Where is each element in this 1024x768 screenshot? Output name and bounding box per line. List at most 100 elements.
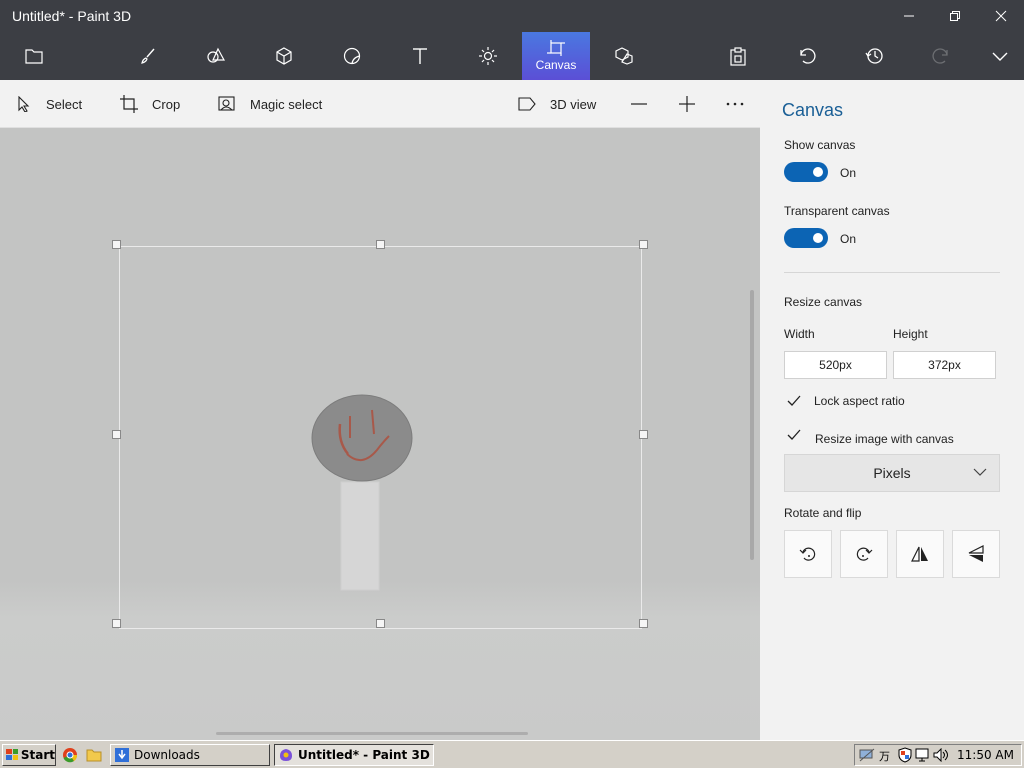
text-button[interactable]: [386, 32, 454, 80]
panel-divider: [784, 272, 1000, 273]
3d-shapes-button[interactable]: [250, 32, 318, 80]
undo-icon: [800, 48, 816, 64]
checkmark-icon: [787, 395, 801, 406]
paste-button[interactable]: [704, 32, 772, 80]
display-icon[interactable]: [915, 748, 931, 762]
windows-logo-icon: [6, 749, 18, 760]
resize-handle-bottom-left[interactable]: [112, 619, 121, 628]
input-method-icon[interactable]: 万: [879, 748, 895, 762]
rotate-right-button[interactable]: [840, 530, 888, 578]
rotate-flip-heading: Rotate and flip: [784, 506, 862, 520]
rotate-left-button[interactable]: [784, 530, 832, 578]
3d-library-icon: [615, 47, 633, 65]
3d-library-button[interactable]: [590, 32, 658, 80]
stickers-icon: [343, 47, 361, 65]
zoom-in-button[interactable]: [678, 80, 710, 128]
taskbar-downloads[interactable]: Downloads: [110, 744, 270, 766]
3d-shapes-icon: [276, 47, 292, 65]
window-title: Untitled* - Paint 3D: [12, 8, 132, 24]
resize-handle-right[interactable]: [639, 430, 648, 439]
paint3d-icon: [280, 749, 292, 761]
start-button[interactable]: Start: [2, 744, 56, 766]
width-label: Width: [784, 327, 815, 341]
chrome-icon[interactable]: [62, 747, 78, 763]
clock[interactable]: 11:50 AM: [957, 748, 1014, 762]
resize-handle-top-left[interactable]: [112, 240, 121, 249]
redo-icon: [932, 48, 948, 64]
vertical-scrollbar[interactable]: [750, 290, 754, 560]
resize-canvas-heading: Resize canvas: [784, 295, 863, 309]
horizontal-scrollbar[interactable]: [216, 732, 528, 735]
rotate-left-icon: [799, 547, 816, 561]
resize-image-checkbox[interactable]: [784, 425, 804, 445]
resize-handle-top[interactable]: [376, 240, 385, 249]
expand-ribbon-button[interactable]: [966, 32, 1024, 80]
select-tool[interactable]: Select: [16, 80, 82, 128]
ribbon: Canvas: [0, 32, 1024, 80]
height-input[interactable]: 372px: [893, 351, 996, 379]
taskbar-paint3d[interactable]: Untitled* - Paint 3D: [274, 744, 434, 766]
paste-icon: [730, 47, 746, 66]
flip-horizontal-button[interactable]: [896, 530, 944, 578]
effects-button[interactable]: [454, 32, 522, 80]
crop-tool[interactable]: Crop: [120, 80, 180, 128]
taskbar: Start Downloads Untitled* - Paint 3D 万 1…: [0, 740, 1024, 768]
3d-view-toggle[interactable]: 3D view: [518, 80, 596, 128]
transparent-canvas-label: Transparent canvas: [784, 204, 890, 218]
resize-handle-top-right[interactable]: [639, 240, 648, 249]
checkmark-icon: [787, 429, 801, 440]
history-icon: [865, 48, 883, 64]
history-button[interactable]: [840, 32, 908, 80]
restore-button[interactable]: [932, 0, 978, 32]
menu-button[interactable]: [0, 32, 68, 80]
start-label: Start: [20, 748, 55, 762]
close-button[interactable]: [978, 0, 1024, 32]
minimize-button[interactable]: [886, 0, 932, 32]
folder-icon[interactable]: [86, 748, 102, 762]
workspace[interactable]: [0, 128, 760, 740]
brush-icon: [141, 48, 155, 64]
resize-handle-bottom-right[interactable]: [639, 619, 648, 628]
resize-image-label: Resize image with canvas: [815, 432, 954, 446]
undo-button[interactable]: [772, 32, 840, 80]
transparent-canvas-state: On: [840, 232, 857, 246]
stickers-button[interactable]: [318, 32, 386, 80]
cursor-icon: [18, 96, 30, 112]
canvas-tab[interactable]: Canvas: [522, 32, 590, 80]
units-dropdown[interactable]: Pixels: [784, 454, 1000, 492]
2d-shapes-button[interactable]: [182, 32, 250, 80]
rotate-right-icon: [856, 547, 873, 561]
flip-vertical-icon: [968, 545, 984, 562]
flip-vertical-button[interactable]: [952, 530, 1000, 578]
3d-view-label: 3D view: [550, 96, 597, 112]
show-canvas-toggle[interactable]: [784, 162, 828, 182]
3d-view-icon: [518, 97, 536, 111]
volume-icon[interactable]: [933, 748, 949, 762]
taskbar-downloads-label: Downloads: [134, 748, 200, 762]
download-icon: [115, 748, 129, 762]
title-bar: Untitled* - Paint 3D: [0, 0, 1024, 32]
folder-icon: [25, 49, 43, 64]
magic-select-tool[interactable]: Magic select: [218, 80, 322, 128]
flip-horizontal-icon: [911, 546, 928, 562]
resize-handle-bottom[interactable]: [376, 619, 385, 628]
more-options-button[interactable]: [726, 80, 758, 128]
chevron-down-icon: [973, 468, 987, 476]
show-canvas-label: Show canvas: [784, 138, 856, 152]
width-input[interactable]: 520px: [784, 351, 887, 379]
chevron-down-icon: [992, 52, 1008, 61]
paint3d-window: Untitled* - Paint 3D Canvas Select Crop …: [0, 0, 1024, 768]
magic-select-icon: [218, 96, 235, 111]
zoom-out-button[interactable]: [630, 80, 662, 128]
plus-icon: [679, 96, 695, 112]
transparent-canvas-toggle[interactable]: [784, 228, 828, 248]
lock-aspect-label: Lock aspect ratio: [814, 394, 905, 408]
network-icon[interactable]: [859, 748, 875, 762]
system-tray: 万 11:50 AM: [854, 744, 1022, 766]
security-shield-icon[interactable]: [897, 747, 913, 763]
brushes-button[interactable]: [114, 32, 182, 80]
2d-shapes-icon: [207, 47, 226, 63]
resize-handle-left[interactable]: [112, 430, 121, 439]
panel-title: Canvas: [782, 100, 844, 120]
lock-aspect-checkbox[interactable]: [784, 391, 804, 411]
